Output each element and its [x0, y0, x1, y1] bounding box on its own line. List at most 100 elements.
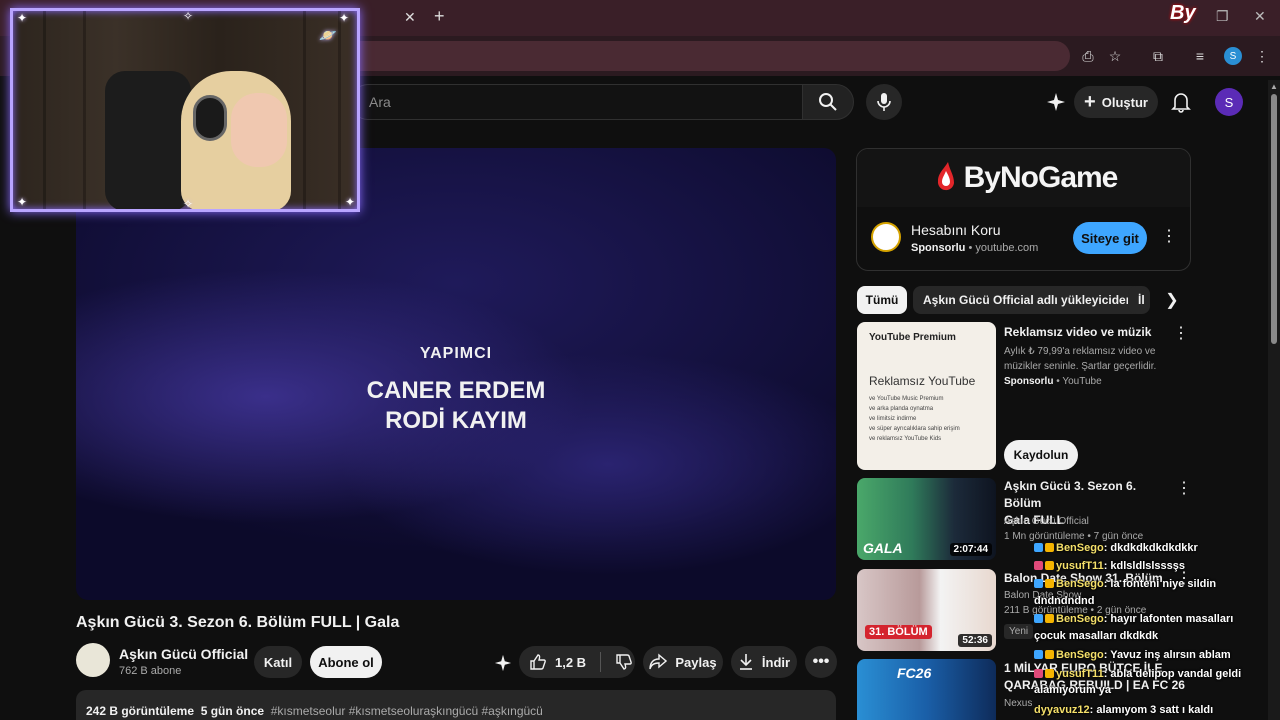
like-count: 1,2 B — [555, 654, 587, 670]
ad-advertiser-logo — [871, 222, 901, 252]
premium-thumb-list-item: ve süper ayrıcalıklara sahip erişim — [869, 426, 960, 432]
search-icon — [819, 93, 837, 111]
search-box — [350, 84, 802, 120]
chat-username: BenSego — [1056, 542, 1104, 554]
install-app-icon[interactable]: ⎙ — [1078, 46, 1098, 66]
chat-text: : hayır lafonten masalları — [1103, 613, 1234, 625]
rec-description: Aylık ₺ 79,99'a reklamsız video ve müzik… — [1004, 344, 1179, 389]
ask-sparkle-icon[interactable] — [487, 647, 519, 679]
subscriber-count: 762 B abone — [119, 665, 182, 677]
search-input[interactable] — [369, 94, 789, 110]
description-header: 242 B görüntüleme 5 gün önce #kısmetseol… — [86, 704, 543, 718]
share-icon — [649, 653, 668, 670]
bynogame-watermark: By — [1170, 2, 1196, 24]
premium-thumb-list-item: ve reklamsız YouTube Kids — [869, 436, 942, 442]
ad-more-options-icon[interactable]: ⋮ — [1161, 229, 1177, 245]
chat-message: BenSego: la fonteni niye sildin — [1034, 578, 1216, 590]
rec-more-options-icon[interactable]: ⋮ — [1173, 326, 1189, 342]
chat-text: çocuk masalları dkdkdk — [1034, 630, 1159, 642]
more-actions-button[interactable]: ••• — [805, 646, 837, 678]
like-divider — [600, 652, 602, 672]
rec-sponsored-label: Sponsorlu — [1004, 376, 1054, 387]
share-button[interactable]: Paylaş — [643, 646, 723, 678]
chips-next-arrow-icon[interactable]: ❯ — [1160, 288, 1184, 312]
rec-description-line: müzikler seninle. Şartlar geçerlidir. — [1004, 361, 1157, 372]
media-control-icon[interactable]: ≡ — [1190, 46, 1210, 66]
chat-text: : Yavuz inş alırsın ablam — [1103, 649, 1231, 661]
scroll-up-arrow-icon[interactable]: ▲ — [1270, 82, 1278, 91]
chat-username: BenSego — [1056, 578, 1104, 590]
chip-from-uploader[interactable]: Aşkın Gücü Official adlı yükleyiciden — [913, 286, 1144, 314]
sparkle-icon[interactable] — [1040, 86, 1072, 118]
ad-brand-name: ByNoGame — [963, 161, 1119, 194]
restore-window-icon[interactable]: ❐ — [1216, 8, 1229, 25]
voice-search-button[interactable] — [866, 84, 902, 120]
ad-visit-site-button[interactable]: Siteye git — [1073, 222, 1147, 254]
like-button[interactable]: 1,2 B — [529, 653, 586, 671]
rec-thumbnail[interactable]: GALA 2:07:44 — [857, 478, 996, 560]
rec-thumbnail[interactable]: 31. BÖLÜM 52:36 — [857, 569, 996, 651]
more-horizontal-icon: ••• — [812, 653, 830, 670]
browser-menu-icon[interactable]: ⋮ — [1252, 46, 1272, 66]
star-ornament-icon: ✦ — [345, 195, 356, 209]
rec-title[interactable]: Reklamsız video ve müzik — [1004, 324, 1169, 341]
thumb-gala-text: GALA — [863, 540, 903, 556]
credit-role: YAPIMCI — [419, 345, 493, 362]
headset-icon — [193, 95, 227, 141]
star-ornament-icon: ✧ — [183, 9, 194, 23]
share-label: Paylaş — [675, 654, 717, 670]
extensions-icon[interactable]: ⧉ — [1148, 46, 1168, 66]
stream-chat-overlay: BenSego: dkdkdkdkdkdkkr yusufT11: kdlsld… — [1034, 540, 1274, 720]
chat-username: BenSego — [1056, 649, 1104, 661]
scrollbar-thumb[interactable] — [1271, 94, 1277, 344]
download-button[interactable]: İndir — [731, 646, 797, 678]
search-button[interactable] — [802, 84, 854, 120]
subscribe-button[interactable]: Abone ol — [310, 646, 382, 678]
bookmark-star-icon[interactable]: ☆ — [1105, 46, 1125, 66]
hashtags[interactable]: #kısmetseolur #kısmetseoluraşkıngücü #aş… — [271, 704, 543, 718]
ad-title: Hesabını Koru — [911, 222, 1001, 238]
chat-message: dyyavuz12: alamıyom 3 satt ı kaldı — [1034, 704, 1213, 716]
chip-related[interactable]: İl — [1128, 286, 1150, 314]
premium-thumb-list-item: ve limitsiz indirme — [869, 416, 917, 422]
new-tab-icon[interactable]: + — [434, 6, 445, 27]
chat-text: : alamıyom 3 satt ı kaldı — [1089, 704, 1214, 716]
sponsored-ad-card[interactable]: ByNoGame Hesabını Koru Sponsorlu • youtu… — [856, 148, 1191, 271]
channel-name[interactable]: Aşkın Gücü Official — [119, 646, 248, 662]
rec-sponsor-line: Sponsorlu • YouTube — [1004, 376, 1102, 387]
chat-badge-icon — [1045, 561, 1054, 570]
download-icon — [739, 654, 752, 670]
premium-ad-thumbnail[interactable]: YouTube Premium Reklamsız YouTube ve You… — [857, 322, 996, 470]
rec-more-options-icon[interactable]: ⋮ — [1176, 481, 1192, 497]
browser-profile-avatar[interactable]: S — [1224, 47, 1242, 65]
rec-description-line: Aylık ₺ 79,99'a reklamsız video ve — [1004, 346, 1156, 357]
account-avatar[interactable]: S — [1215, 88, 1243, 116]
curtain-fold — [83, 11, 86, 209]
chat-username: yusufT11 — [1056, 560, 1104, 572]
microphone-icon — [877, 93, 891, 111]
join-button[interactable]: Katıl — [254, 646, 302, 678]
tab-close-icon[interactable]: ✕ — [404, 9, 416, 26]
video-player[interactable]: YAPIMCI CANER ERDEM RODİ KAYIM — [76, 148, 836, 600]
credit-name: RODİ KAYIM — [385, 407, 527, 434]
chat-text: dndndndnd — [1034, 595, 1095, 607]
chat-username: BenSego — [1056, 613, 1104, 625]
dislike-button[interactable] — [615, 653, 633, 671]
view-count: 242 B görüntüleme — [86, 704, 195, 718]
rec-thumbnail[interactable]: FC26 — [857, 659, 996, 720]
create-label: Oluştur — [1101, 94, 1148, 110]
chat-badge-icon — [1034, 614, 1043, 623]
chat-badge-icon — [1034, 669, 1043, 678]
create-button[interactable]: + Oluştur — [1074, 86, 1158, 118]
notifications-bell-icon[interactable] — [1165, 86, 1197, 118]
chat-badge-icon — [1034, 579, 1043, 588]
chat-text: alamıyorum ya — [1034, 684, 1112, 696]
description-box[interactable]: 242 B görüntüleme 5 gün önce #kısmetseol… — [76, 690, 836, 720]
close-window-icon[interactable]: ✕ — [1254, 8, 1266, 25]
channel-avatar[interactable] — [76, 643, 110, 677]
chip-all[interactable]: Tümü — [857, 286, 907, 314]
premium-signup-button[interactable]: Kaydolun — [1004, 440, 1078, 470]
rec-sponsor-source: YouTube — [1062, 376, 1102, 387]
ad-banner[interactable]: ByNoGame — [857, 149, 1190, 207]
ad-domain: youtube.com — [975, 242, 1039, 254]
